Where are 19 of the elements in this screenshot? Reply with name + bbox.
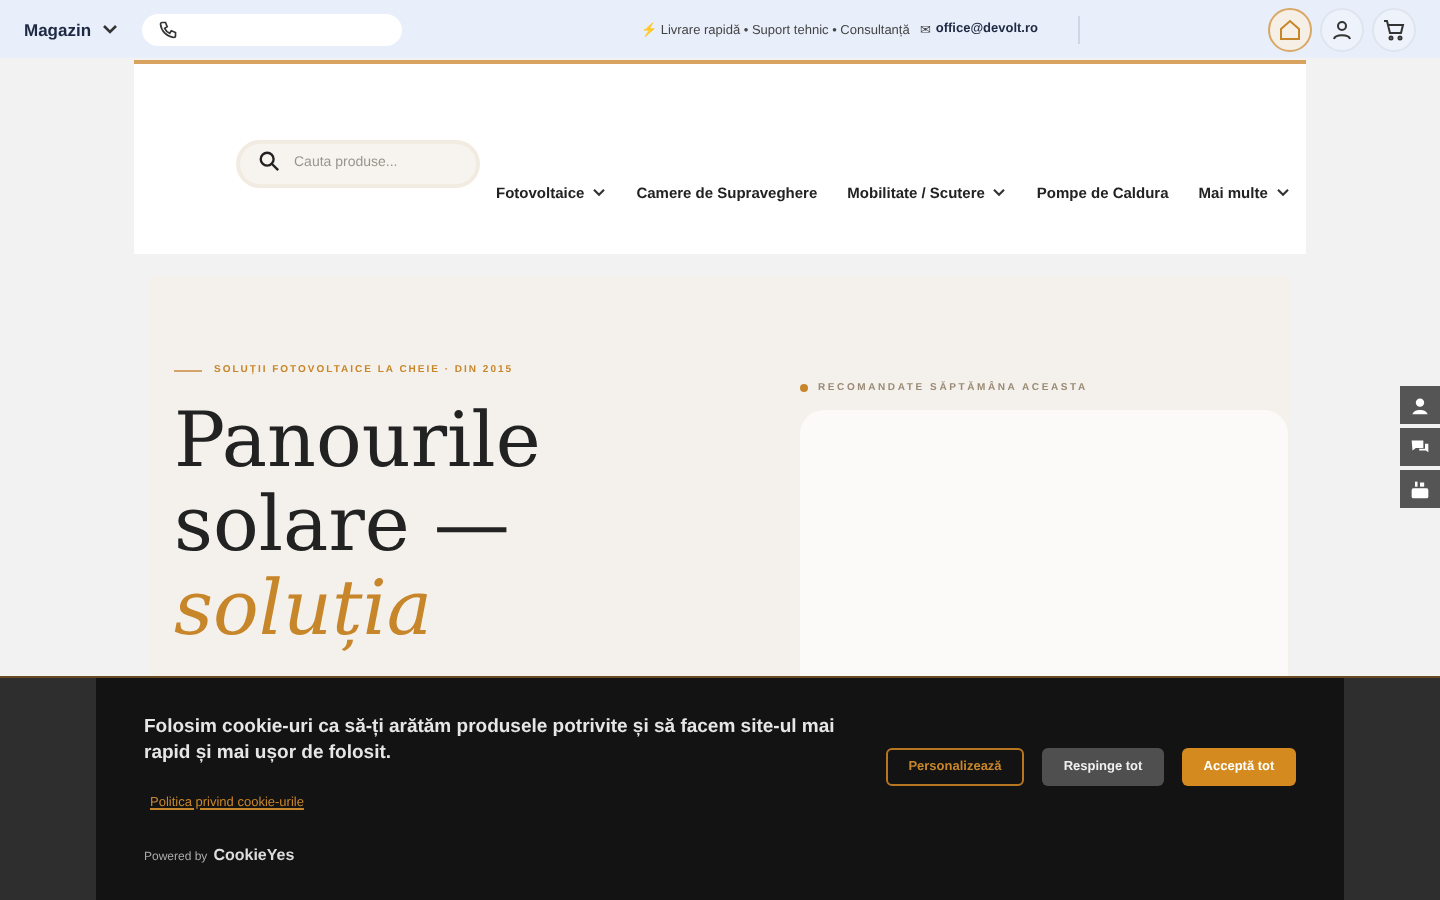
user-icon: [1330, 17, 1354, 41]
cookieyes-logo: CookieYes: [213, 845, 295, 864]
cart-button[interactable]: [1372, 7, 1416, 51]
dot-icon: [800, 384, 808, 392]
search-icon: [258, 149, 280, 171]
cookie-message: Folosim cookie-uri ca să-ți arătăm produsele potrivite și să facem site-ul mai rapid și mai ușor de folosit.: [144, 716, 837, 768]
youtube-button[interactable]: [1400, 470, 1440, 508]
chat-button[interactable]: [1400, 428, 1440, 466]
phone-icon: [157, 19, 178, 39]
cart-icon: [1382, 17, 1406, 41]
hero-title: Panourile solare — soluția: [174, 400, 543, 651]
chevron-icon: [101, 23, 118, 35]
home-icon: [1278, 17, 1302, 41]
user-button[interactable]: [1320, 7, 1364, 51]
chat-icon: [1410, 437, 1430, 457]
user-button[interactable]: [1400, 386, 1440, 424]
user-icon: [1410, 395, 1430, 415]
phone-field[interactable]: [141, 13, 402, 45]
store-menu[interactable]: Magazin: [24, 19, 118, 39]
